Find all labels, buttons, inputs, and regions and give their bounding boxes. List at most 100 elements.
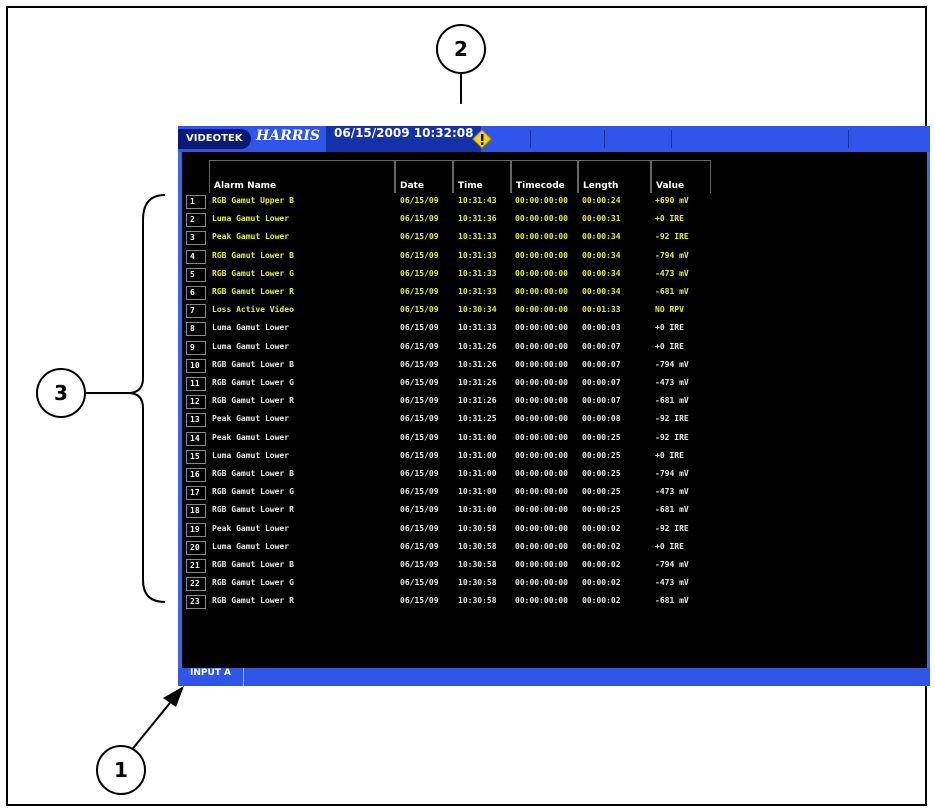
alarm-cell-value: -794 mV <box>655 560 689 569</box>
alarm-cell-length: 00:00:07 <box>582 359 621 369</box>
alarm-cell-date: 06/15/09 <box>400 359 439 369</box>
alarm-cell-value: -473 mV <box>655 268 689 278</box>
alarm-cell-value: -92 IRE <box>655 523 689 533</box>
alarm-row[interactable]: 23 RGB Gamut Lower R 06/15/09 10:30:58 00:00… <box>182 593 782 610</box>
alarm-cell-name: Luma Gamut Lower <box>212 450 290 460</box>
alarm-row-number: 4 <box>186 249 206 264</box>
alarm-cell-timecode: 00:00:00:00 <box>515 505 568 515</box>
header-segment-divider <box>604 130 605 148</box>
alarm-row[interactable]: 14 Peak Gamut Lower 06/15/09 10:31:00 00:00:… <box>182 430 782 447</box>
alarm-row[interactable]: 20 Luma Gamut Lower 06/15/09 10:30:58 00:00:… <box>182 539 782 556</box>
col-header-length[interactable]: Length <box>578 160 651 193</box>
alarm-row[interactable]: 22 RGB Gamut Lower G 06/15/09 10:30:58 00:00… <box>182 575 782 592</box>
alarm-row[interactable]: 11 RGB Gamut Lower G 06/15/09 10:31:26 00:00… <box>182 375 782 392</box>
alarm-cell-length: 00:00:34 <box>582 268 621 278</box>
alarm-cell-name: Luma Gamut Lower <box>212 323 290 333</box>
alarm-cell-name: RGB Gamut Lower B <box>212 250 294 260</box>
alarm-cell-value: -794 mV <box>655 359 689 369</box>
alarm-cell-date: 06/15/09 <box>400 414 439 424</box>
alarm-cell-name: RGB Gamut Lower G <box>212 578 294 588</box>
alarm-row-number: 19 <box>186 522 206 537</box>
alarm-row[interactable]: 12 RGB Gamut Lower R 06/15/09 10:31:26 00:00… <box>182 393 782 410</box>
alarm-cell-timecode: 00:00:00:00 <box>515 487 568 497</box>
alarm-cell-name: RGB Gamut Lower G <box>212 378 294 387</box>
alarm-cell-time: 10:31:25 <box>458 414 497 424</box>
alarm-row-number: 2 <box>186 213 206 228</box>
alarm-cell-value: -92 IRE <box>655 232 689 242</box>
col-header-value[interactable]: Value <box>651 160 711 193</box>
alarm-cell-length: 00:00:07 <box>582 396 621 406</box>
alarm-row[interactable]: 3 Peak Gamut Lower 06/15/09 10:31:33 00:00:0… <box>182 229 782 246</box>
alarm-row[interactable]: 9 Luma Gamut Lower 06/15/09 10:31:26 00:00:0… <box>182 339 782 356</box>
alarm-row[interactable]: 19 Peak Gamut Lower 06/15/09 10:30:58 00:00:… <box>182 521 782 538</box>
callout-1-line <box>129 697 175 753</box>
alarm-row[interactable]: 17 RGB Gamut Lower G 06/15/09 10:31:00 00:00… <box>182 484 782 501</box>
videotek-logo: VIDEOTEK <box>178 129 251 149</box>
header-segment-divider <box>848 130 849 148</box>
alarm-row-number: 20 <box>186 540 206 555</box>
alarm-cell-time: 10:31:00 <box>458 487 497 497</box>
alarm-cell-time: 10:30:58 <box>458 596 497 606</box>
alarm-row[interactable]: 16 RGB Gamut Lower B 06/15/09 10:31:00 00:00… <box>182 466 782 483</box>
alarm-cell-timecode: 00:00:00:00 <box>515 214 568 224</box>
alarm-row[interactable]: 1 RGB Gamut Upper B 06/15/09 10:31:43 00:00:… <box>182 193 782 210</box>
alarm-cell-timecode: 00:00:00:00 <box>515 323 568 333</box>
callout-1-arrowhead <box>163 686 184 707</box>
alarm-cell-time: 10:31:36 <box>458 214 497 224</box>
warning-icon[interactable] <box>472 129 492 149</box>
alarm-cell-date: 06/15/09 <box>400 523 439 533</box>
alarm-row[interactable]: 2 Luma Gamut Lower 06/15/09 10:31:36 00:00:0… <box>182 211 782 228</box>
alarm-row-number: 15 <box>186 449 206 464</box>
alarm-cell-time: 10:31:43 <box>458 196 497 205</box>
alarm-cell-value: +0 IRE <box>655 341 684 351</box>
alarm-row[interactable]: 10 RGB Gamut Lower B 06/15/09 10:31:26 00:00… <box>182 357 782 374</box>
alarm-cell-time: 10:31:26 <box>458 396 497 406</box>
alarm-cell-value: -681 mV <box>655 396 689 406</box>
input-selector[interactable]: INPUT A <box>178 668 245 686</box>
alarm-row-number: 10 <box>186 358 206 373</box>
alarm-row[interactable]: 21 RGB Gamut Lower B 06/15/09 10:30:58 00:00… <box>182 557 782 574</box>
alarm-row-number: 6 <box>186 286 206 300</box>
alarm-cell-value: -794 mV <box>655 469 689 478</box>
alarm-cell-name: RGB Gamut Lower G <box>212 487 294 497</box>
alarm-cell-length: 00:00:25 <box>582 469 621 478</box>
alarm-cell-length: 00:01:33 <box>582 305 621 315</box>
alarm-cell-length: 00:00:34 <box>582 232 621 242</box>
alarm-cell-time: 10:31:33 <box>458 232 497 242</box>
col-header-time[interactable]: Time <box>453 160 511 193</box>
alarm-cell-time: 10:31:00 <box>458 432 497 442</box>
alarm-cell-time: 10:31:33 <box>458 250 497 260</box>
col-header-alarm-name[interactable]: Alarm Name <box>209 160 395 193</box>
alarm-cell-date: 06/15/09 <box>400 469 439 478</box>
alarm-row[interactable]: 8 Luma Gamut Lower 06/15/09 10:31:33 00:00:0… <box>182 320 782 337</box>
col-header-date[interactable]: Date <box>395 160 453 193</box>
alarm-row[interactable]: 7 Loss Active Video 06/15/09 10:30:34 00:00:… <box>182 302 782 319</box>
alarm-cell-name: Peak Gamut Lower <box>212 432 290 442</box>
alarm-row-number: 1 <box>186 195 206 209</box>
alarm-cell-date: 06/15/09 <box>400 323 439 333</box>
alarm-row[interactable]: 6 RGB Gamut Lower R 06/15/09 10:31:33 00:00:… <box>182 284 782 301</box>
alarm-row[interactable]: 13 Peak Gamut Lower 06/15/09 10:31:25 00:00:… <box>182 411 782 428</box>
alarm-cell-date: 06/15/09 <box>400 341 439 351</box>
alarm-cell-name: Luma Gamut Lower <box>212 341 290 351</box>
alarm-row-number: 9 <box>186 340 206 355</box>
alarm-row[interactable]: 5 RGB Gamut Lower G 06/15/09 10:31:33 00:00:… <box>182 266 782 283</box>
alarm-cell-timecode: 00:00:00:00 <box>515 469 568 478</box>
alarm-cell-date: 06/15/09 <box>400 505 439 515</box>
alarm-row[interactable]: 15 Luma Gamut Lower 06/15/09 10:31:00 00:00:… <box>182 448 782 465</box>
alarm-cell-date: 06/15/09 <box>400 232 439 242</box>
alarm-row-number: 7 <box>186 304 206 319</box>
alarm-cell-timecode: 00:00:00:00 <box>515 196 568 205</box>
alarm-cell-timecode: 00:00:00:00 <box>515 378 568 387</box>
alarm-cell-length: 00:00:25 <box>582 487 621 497</box>
callout-2: 2 <box>436 24 486 74</box>
header-segment-divider <box>671 130 672 148</box>
alarm-row[interactable]: 4 RGB Gamut Lower B 06/15/09 10:31:33 00:00:… <box>182 248 782 265</box>
alarm-row[interactable]: 18 RGB Gamut Lower R 06/15/09 10:31:00 00:00… <box>182 502 782 519</box>
alarm-cell-value: -473 mV <box>655 578 689 588</box>
alarm-cell-date: 06/15/09 <box>400 487 439 497</box>
alarm-cell-timecode: 00:00:00:00 <box>515 359 568 369</box>
alarm-cell-length: 00:00:25 <box>582 505 621 515</box>
col-header-timecode[interactable]: Timecode <box>511 160 578 193</box>
alarm-cell-time: 10:31:00 <box>458 450 497 460</box>
